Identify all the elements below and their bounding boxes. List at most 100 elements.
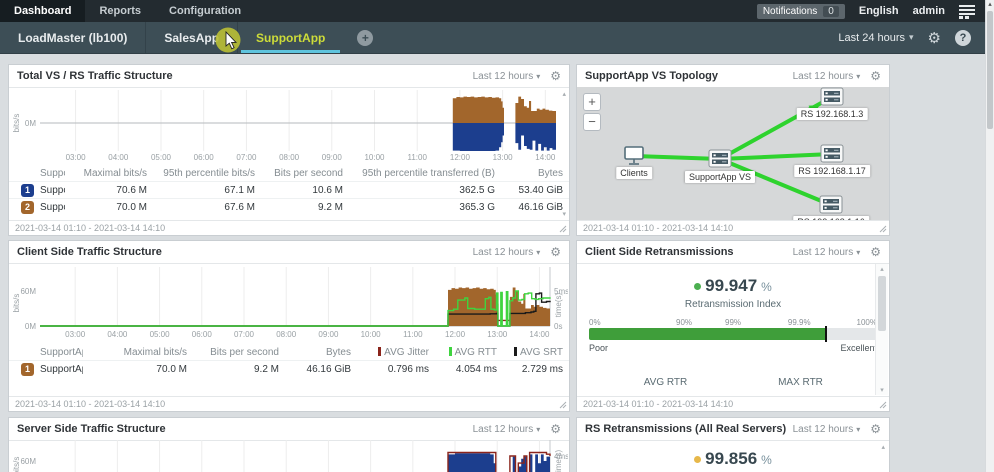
add-tab-icon[interactable]: + — [357, 30, 373, 46]
svg-text:12:00: 12:00 — [450, 153, 471, 162]
vs-node-icon[interactable] — [709, 150, 731, 167]
gear-icon[interactable]: ⚙ — [870, 69, 881, 83]
svg-text:0M: 0M — [25, 119, 36, 128]
time-range-select[interactable]: Last 12 hours▾ — [473, 247, 541, 258]
resize-handle[interactable] — [879, 401, 887, 409]
resize-handle[interactable] — [879, 225, 887, 233]
series-badge: 1 — [21, 363, 34, 376]
rs3-node-icon[interactable] — [820, 196, 842, 213]
panel-title: RS Retransmissions (All Real Servers) — [585, 423, 786, 435]
topology-node-label-clients[interactable]: Clients — [616, 167, 652, 179]
svg-text:14:00: 14:00 — [535, 153, 556, 162]
nav-tab-configuration[interactable]: Configuration — [155, 0, 255, 22]
column-header: AVG Jitter — [357, 347, 435, 358]
svg-text:10:00: 10:00 — [364, 153, 385, 162]
stat-label: MAX RTR — [733, 367, 868, 388]
notifications-button[interactable]: Notifications 0 — [757, 4, 845, 19]
scrollbar-thumb[interactable] — [987, 11, 993, 129]
gauge-excellent-label: Excellent — [840, 343, 877, 353]
cell-value: 46.16 GiB — [501, 202, 569, 213]
svg-text:04:00: 04:00 — [108, 153, 129, 162]
scroll-up-icon[interactable]: ▴ — [881, 444, 885, 451]
help-icon[interactable]: ? — [955, 30, 971, 46]
cell-value: 70.0 M — [83, 364, 193, 375]
zoom-out-button[interactable]: − — [583, 113, 601, 131]
topology-node-label-rs2[interactable]: RS 192.168.1.17 — [794, 165, 870, 177]
topology-node-label-vs[interactable]: SupportApp VS — [685, 171, 755, 183]
scroll-up-icon[interactable]: ▴ — [562, 91, 566, 98]
vs-tab-supportapp[interactable]: SupportApp — [237, 22, 343, 53]
gear-icon[interactable]: ⚙ — [870, 245, 881, 259]
panel-footer: 2021-03-14 01:10 - 2021-03-14 14:10 — [577, 220, 889, 235]
scroll-down-icon[interactable]: ▾ — [876, 386, 888, 394]
panel-title: Client Side Traffic Structure — [17, 246, 162, 258]
panel-footer: 2021-03-14 01:10 - 2021-03-14 14:10 — [9, 396, 569, 411]
scrollbar-thumb[interactable] — [878, 276, 886, 331]
table-row[interactable]: 2SupportApp: Client Side Traffic 70.0 M … — [9, 198, 569, 215]
svg-text:time(s): time(s) — [554, 292, 563, 317]
nav-tab-reports[interactable]: Reports — [85, 0, 155, 22]
rs2-node-icon[interactable] — [821, 145, 843, 162]
resize-handle[interactable] — [559, 401, 567, 409]
notifications-count-badge: 0 — [823, 6, 839, 17]
application-window: Dashboard Reports Configuration Notifica… — [0, 0, 994, 472]
top-navbar: Dashboard Reports Configuration Notifica… — [0, 0, 985, 22]
clients-node-icon[interactable] — [625, 147, 643, 164]
resize-handle[interactable] — [559, 225, 567, 233]
column-header: Bits per second — [193, 347, 285, 358]
column-header: Maximal bits/s — [65, 168, 153, 179]
topology-canvas[interactable]: Clients SupportApp VS RS 192.168.1.3 RS … — [577, 87, 889, 220]
column-header: AVG RTT — [435, 347, 503, 358]
vs-tab-salesapp[interactable]: SalesApp — [145, 22, 237, 53]
gauge-marker — [825, 326, 827, 342]
time-range-select[interactable]: Last 12 hours▾ — [793, 71, 861, 82]
scroll-up-icon[interactable]: ▴ — [876, 265, 888, 273]
svg-text:03:00: 03:00 — [65, 330, 86, 339]
page-scrollbar[interactable]: ▴ — [985, 0, 994, 472]
time-range-select[interactable]: Last 12 hours▾ — [793, 424, 861, 435]
panel-topology: SupportApp VS Topology Last 12 hours▾ ⚙ — [576, 64, 890, 236]
svg-text:60M: 60M — [20, 457, 36, 466]
retransmission-index-unit: % — [761, 280, 772, 294]
status-dot — [694, 283, 701, 290]
zoom-in-button[interactable]: + — [583, 93, 601, 111]
panel-total-traffic: Total VS / RS Traffic Structure Last 12 … — [8, 64, 570, 236]
cell-value: 10.6 M — [261, 185, 349, 196]
language-selector[interactable]: English — [859, 5, 899, 17]
nav-tab-dashboard[interactable]: Dashboard — [0, 0, 85, 22]
time-range-select[interactable]: Last 12 hours▾ — [473, 71, 541, 82]
svg-text:04:00: 04:00 — [107, 330, 128, 339]
gear-icon[interactable]: ⚙ — [928, 29, 941, 47]
time-range-select[interactable]: Last 12 hours▾ — [793, 247, 861, 258]
menu-icon[interactable] — [959, 4, 975, 19]
gear-icon[interactable]: ⚙ — [550, 245, 561, 259]
series-label: SupportApp: Client Side Traffic — [40, 202, 65, 213]
cell-value: 67.1 M — [153, 185, 261, 196]
table-row[interactable]: 1SupportApp: Client Side Traffic 70.0 M … — [9, 360, 569, 377]
gear-icon[interactable]: ⚙ — [550, 69, 561, 83]
table-row[interactable]: 1SupportApp: Server Side Traffic 70.6 M … — [9, 181, 569, 198]
panel-server-traffic: Server Side Traffic Structure Last 12 ho… — [8, 417, 570, 472]
cell-value: 70.0 M — [65, 202, 153, 213]
svg-text:11:00: 11:00 — [403, 330, 423, 339]
cell-value: 362.5 G — [349, 185, 501, 196]
gear-icon[interactable]: ⚙ — [550, 422, 561, 436]
gauge-tick-label: 99% — [725, 318, 741, 327]
user-menu[interactable]: admin — [913, 5, 945, 17]
global-time-range-select[interactable]: Last 24 hours ▾ — [838, 32, 913, 44]
time-range-select[interactable]: Last 12 hours▾ — [473, 424, 541, 435]
legend-marker — [378, 347, 381, 356]
panel-scrollbar[interactable]: ▴ ▾ — [875, 264, 888, 395]
svg-text:14:00: 14:00 — [529, 330, 550, 339]
gear-icon[interactable]: ⚙ — [870, 422, 881, 436]
panel-client-retransmissions: Client Side Retransmissions Last 12 hour… — [576, 240, 890, 412]
chevron-down-icon: ▾ — [536, 72, 540, 81]
retransmission-index-value: 99.947 — [705, 276, 757, 296]
vs-tab-loadmaster[interactable]: LoadMaster (lb100) — [0, 22, 145, 53]
cell-value: 4.054 ms — [435, 364, 503, 375]
rs1-node-icon[interactable] — [821, 88, 843, 105]
gauge-bar — [589, 328, 877, 340]
svg-text:60M: 60M — [20, 287, 36, 296]
topology-node-label-rs1[interactable]: RS 192.168.1.3 — [797, 108, 868, 120]
scroll-up-icon[interactable]: ▴ — [986, 0, 994, 10]
